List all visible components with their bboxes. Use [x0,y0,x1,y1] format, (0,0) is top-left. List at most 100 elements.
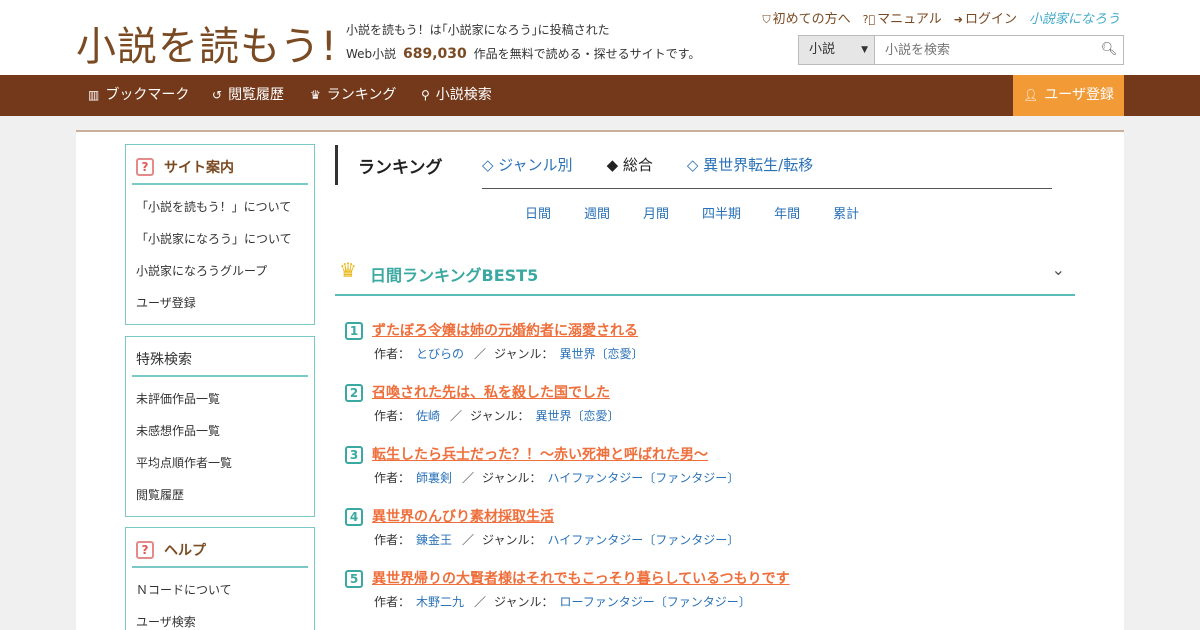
search-type-value: 小説 [809,42,836,57]
novel-title-link[interactable]: 転生したら兵士だった？！～赤い死神と呼ばれた男～ [372,444,708,464]
title-bar-accent [335,145,338,185]
search-icon: ⚲ [421,88,430,102]
period-monthly[interactable]: 月間 [643,203,669,222]
rank-badge: 4 [345,508,363,526]
nav-ranking[interactable]: ♛ ランキング [310,75,396,116]
help-title: ? ヘルプ [132,538,308,568]
search-button[interactable]: 🔍︎ [1095,36,1123,64]
novel-meta: 作者： とびらの ／ ジャンル： 異世界〔恋愛〕 [374,345,643,362]
search-bar: 小説 ▼ 🔍︎ [798,35,1124,65]
nav-bookmark[interactable]: ▥ ブックマーク [88,75,189,116]
manual-link[interactable]: ?⃝ マニュアル [863,8,942,27]
genre-link[interactable]: 異世界〔恋愛〕 [535,409,619,423]
novel-meta: 作者： 錬金王 ／ ジャンル： ハイファンタジー〔ファンタジー〕 [374,531,739,548]
tab-overall[interactable]: ◆ 総合 [607,154,653,175]
novel-title-link[interactable]: 異世界のんびり素材採取生活 [372,506,554,526]
login-label: ログイン [964,12,1017,27]
nav-history-label: 閲覧履歴 [228,87,285,103]
novel-meta: 作者： 師裏剣 ／ ジャンル： ハイファンタジー〔ファンタジー〕 [374,469,739,486]
search-input[interactable] [875,36,1095,64]
sidebar-link[interactable]: 小説家になろうグループ [136,255,314,287]
nav-history[interactable]: ↺ 閲覧履歴 [212,75,284,116]
genre-link[interactable]: ローファンタジー〔ファンタジー〕 [559,595,750,609]
genre-link[interactable]: 異世界〔恋愛〕 [559,347,643,361]
sidebar-link[interactable]: ユーザ検索 [136,606,314,630]
first-time-label: 初めての方へ [772,12,851,27]
sidebar-link[interactable]: Ｎコードについて [136,574,314,606]
author-link[interactable]: 師裏剣 [416,471,452,485]
chevron-down-icon[interactable]: ⌄ [1052,260,1065,279]
period-yearly[interactable]: 年間 [774,203,800,222]
meta-separator: ／ [462,471,475,485]
novel-title-link[interactable]: 異世界帰りの大賢者様はそれでもこっそり暮らしているつもりです [372,568,790,588]
sidebar-link[interactable]: 「小説家になろう」について [136,223,314,255]
novel-title-link[interactable]: 召喚された先は、私を殺した国でした [372,382,610,402]
sidebar-link[interactable]: 未感想作品一覧 [136,415,314,447]
bookmark-icon: ▥ [88,88,100,102]
main-panel: ? サイト案内 「小説を読もう！」について 「小説家になろう」について 小説家にな… [76,130,1124,630]
period-total[interactable]: 累計 [833,203,859,222]
author-label: 作者： [374,595,411,609]
genre-link[interactable]: ハイファンタジー〔ファンタジー〕 [547,471,739,485]
period-weekly[interactable]: 週間 [584,203,610,222]
dropdown-caret-icon: ▼ [861,45,868,55]
novel-title-link[interactable]: ずたぼろ令嬢は姉の元婚約者に溺愛される [372,320,638,340]
novel-meta: 作者： 佐崎 ／ ジャンル： 異世界〔恋愛〕 [374,407,619,424]
tagline-suffix: 作品を無料で読める・探せるサイトです。 [473,47,701,61]
help-title-text: ヘルプ [164,543,206,559]
register-label: ユーザ登録 [1044,87,1114,103]
tagline-prefix: Web小説 [346,47,397,61]
search-type-select[interactable]: 小説 ▼ [799,36,875,64]
genre-label: ジャンル： [482,533,542,547]
best5-header[interactable]: ♛ 日間ランキングBEST5 ⌄ [335,254,1075,296]
meta-separator: ／ [462,533,475,547]
sidebar-link[interactable]: 未評価作品一覧 [136,383,314,415]
rank-badge: 5 [345,570,363,588]
site-guide-title: ? サイト案内 [132,155,308,185]
work-count: 689,030 [403,46,467,62]
crown-icon: ♛ [339,258,357,282]
sidebar-link[interactable]: 閲覧履歴 [136,479,314,511]
novel-meta: 作者： 木野二九 ／ ジャンル： ローファンタジー〔ファンタジー〕 [374,593,751,610]
rank-badge: 1 [345,322,363,340]
nav-search-label: 小説検索 [435,87,492,103]
period-quarterly[interactable]: 四半期 [702,203,741,222]
period-daily[interactable]: 日間 [525,203,551,222]
sidebar-link[interactable]: 平均点順作者一覧 [136,447,314,479]
site-logo[interactable]: 小説を読もう! [76,14,338,72]
author-label: 作者： [374,409,411,423]
special-search-title: 特殊検索 [132,347,308,377]
author-link[interactable]: 木野二九 [416,595,464,609]
nav-search[interactable]: ⚲ 小説検索 [421,75,492,116]
tabs-divider [482,188,1052,189]
shield-icon: ⛉ [762,13,771,26]
author-link[interactable]: 錬金王 [416,533,452,547]
narou-logo-link[interactable]: 小説家になろう [1029,8,1120,27]
period-links: 日間 週間 月間 四半期 年間 累計 [525,203,892,222]
search-icon: 🔍︎ [1100,42,1118,57]
register-button[interactable]: 👤︎ ユーザ登録 [1013,75,1124,116]
meta-separator: ／ [474,595,487,609]
manual-label: マニュアル [877,12,942,27]
ranking-list: 1 ずたぼろ令嬢は姉の元婚約者に溺愛される 作者： とびらの ／ ジャンル： 異世界〔恋… [345,320,1065,630]
user-icon: 👤︎ [1023,88,1039,102]
help-circle-icon: ?⃝ [862,13,876,26]
main-nav: ▥ ブックマーク ↺ 閲覧履歴 ♛ ランキング ⚲ 小説検索 👤︎ ユーザ登録 [0,75,1200,116]
ranking-entry: 4 異世界のんびり素材採取生活 作者： 錬金王 ／ ジャンル： ハイファンタジー〔ファン… [345,506,1065,568]
sidebar-link[interactable]: 「小説を読もう！」について [136,191,314,223]
tab-isekai[interactable]: ◇ 異世界転生/転移 [687,154,813,175]
sidebar-link[interactable]: ユーザ登録 [136,287,314,319]
login-link[interactable]: ➜ ログイン [954,8,1017,27]
genre-label: ジャンル： [470,409,530,423]
genre-link[interactable]: ハイファンタジー〔ファンタジー〕 [547,533,739,547]
meta-separator: ／ [474,347,487,361]
first-time-link[interactable]: ⛉ 初めての方へ [762,8,850,27]
question-icon: ? [136,541,154,559]
ranking-title: ランキング [358,158,443,178]
author-label: 作者： [374,533,411,547]
author-link[interactable]: 佐崎 [416,409,440,423]
author-link[interactable]: とびらの [416,347,464,361]
ranking-entry: 3 転生したら兵士だった？！～赤い死神と呼ばれた男～ 作者： 師裏剣 ／ ジャンル： ハ… [345,444,1065,506]
tab-genre[interactable]: ◇ ジャンル別 [482,154,573,175]
genre-label: ジャンル： [494,595,554,609]
